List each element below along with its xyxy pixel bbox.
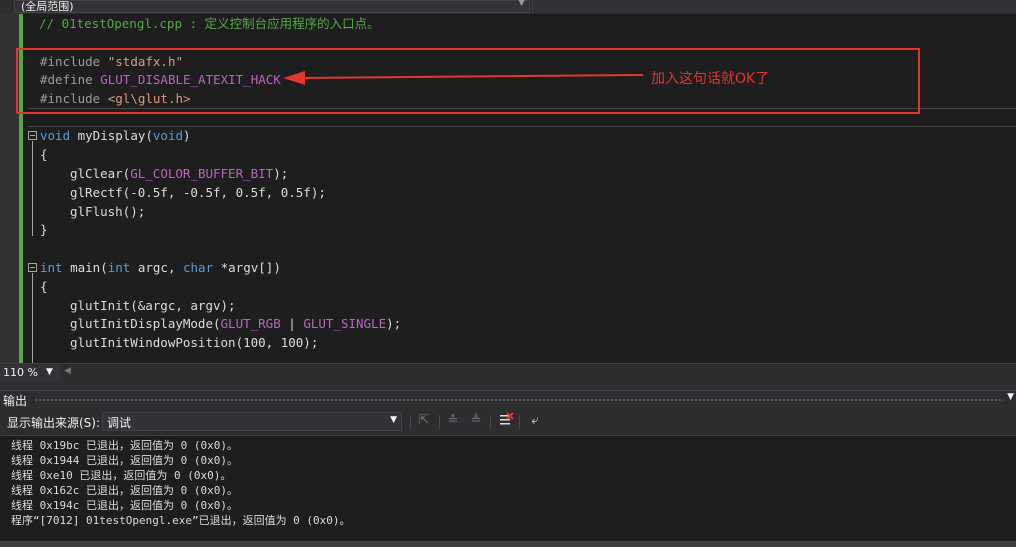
toolbar-separator (519, 415, 520, 429)
word-wrap-icon[interactable]: ⤶ (526, 412, 544, 430)
panel-menu-icon[interactable]: ▼ (1007, 392, 1014, 402)
fold-guide (32, 141, 33, 236)
horizontal-scrollbar[interactable] (78, 366, 1016, 380)
macro: GLUT_SINGLE (303, 316, 387, 331)
code-line-displaymode: glutInitDisplayMode(GLUT_RGB | GLUT_SING… (70, 314, 401, 333)
next-message-icon[interactable]: ≜ (467, 412, 485, 430)
output-title-bar[interactable]: 输出 ▼ (0, 390, 1016, 408)
output-line: 线程 0x162c 已退出，返回值为 0 (0x0)。 (11, 484, 238, 497)
paren: ); (273, 166, 289, 181)
output-line: 线程 0x194c 已退出，返回值为 0 (0x0)。 (11, 499, 238, 512)
output-line: 线程 0x1944 已退出，返回值为 0 (0x0)。 (11, 454, 238, 467)
keyword: int (107, 260, 131, 275)
code-line-main: int main(int argc, char *argv[]) (40, 258, 281, 277)
scope-dropdown-value: (全局范围) (21, 0, 74, 13)
keyword: void (152, 128, 184, 143)
output-source-value: 调试 (107, 416, 132, 430)
output-text-area[interactable]: 线程 0x19bc 已退出，返回值为 0 (0x0)。 线程 0x1944 已退… (0, 435, 1016, 542)
toolbar-separator (439, 415, 440, 429)
param: argc, (130, 260, 183, 275)
chevron-down-icon: ▼ (518, 0, 525, 8)
output-line: 线程 0x19bc 已退出，返回值为 0 (0x0)。 (11, 439, 238, 452)
function-call: glutInitDisplayMode( (70, 316, 221, 331)
annotation-text: 加入这句话就OK了 (651, 71, 770, 87)
collapse-icon[interactable] (28, 131, 37, 140)
code-line-brace: { (40, 279, 48, 294)
function-name: main( (62, 260, 108, 275)
clear-all-icon[interactable] (497, 412, 515, 430)
code-line-brace: { (40, 147, 48, 162)
code-line-comment: // 01testOpengl.cpp : 定义控制台应用程序的入口点。 (39, 16, 380, 31)
output-source-label: 显示输出来源(S): (7, 416, 101, 430)
zoom-bar: 110 % ▼ ◀ (0, 363, 1016, 383)
function-call: glClear( (70, 166, 131, 181)
zoom-value: 110 % (3, 366, 38, 379)
operator: | (280, 316, 304, 331)
code-line-glutinit: glutInit(&argc, argv); (70, 298, 236, 313)
output-horizontal-scrollbar[interactable] (0, 541, 1016, 547)
output-toolbar: 显示输出来源(S): 调试 ▼ ⇱ ≛ ≜ ⤶ (0, 409, 1016, 434)
zoom-dropdown[interactable]: 110 % ▼ (0, 365, 60, 382)
function-name: myDisplay( (70, 128, 153, 143)
keyword: int (40, 260, 63, 275)
collapse-icon[interactable] (28, 263, 37, 272)
macro: GLUT_RGB (220, 316, 281, 331)
keyword: char (183, 260, 214, 275)
output-panel: 输出 ▼ 显示输出来源(S): 调试 ▼ ⇱ ≛ ≜ ⤶ 线程 0x19bc 已… (0, 383, 1016, 547)
code-line-glrectf: glRectf(-0.5f, -0.5f, 0.5f, 0.5f); (70, 185, 326, 200)
keyword: void (40, 128, 71, 143)
previous-message-icon[interactable]: ≛ (444, 412, 462, 430)
output-line: 程序“[7012] 01testOpengl.exe”已退出，返回值为 0 (0… (11, 514, 351, 527)
chevron-down-icon: ▼ (46, 367, 53, 377)
chevron-down-icon: ▼ (390, 415, 397, 425)
clear-all-icon (500, 412, 514, 425)
paren: ) (183, 128, 191, 143)
paren: ); (386, 316, 402, 331)
output-line: 线程 0xe10 已退出，返回值为 0 (0x0)。 (11, 469, 232, 482)
find-message-icon[interactable]: ⇱ (415, 412, 433, 430)
output-source-dropdown[interactable]: 调试 ▼ (102, 412, 402, 431)
code-line-windowposition: glutInitWindowPosition(100, 100); (70, 335, 319, 350)
code-line-brace: } (40, 222, 48, 237)
annotation-arrow-icon (283, 71, 644, 85)
toolbar-separator (410, 415, 411, 429)
code-line-glclear: glClear(GL_COLOR_BUFFER_BIT); (70, 164, 288, 183)
scope-dropdown[interactable]: (全局范围) ▼ (14, 0, 530, 13)
drag-grip (34, 398, 1004, 402)
member-dropdown[interactable] (532, 0, 1016, 13)
code-line-mydisplay: void myDisplay(void) (40, 126, 191, 145)
scroll-left-icon[interactable]: ◀ (64, 366, 71, 376)
fold-guide (32, 273, 33, 363)
scope-bar: (全局范围) ▼ (0, 0, 1016, 15)
output-title: 输出 (3, 394, 28, 408)
toolbar-separator (490, 415, 491, 429)
param: *argv[]) (213, 260, 281, 275)
macro: GL_COLOR_BUFFER_BIT (130, 166, 274, 181)
code-line-glflush: glFlush(); (70, 204, 146, 219)
